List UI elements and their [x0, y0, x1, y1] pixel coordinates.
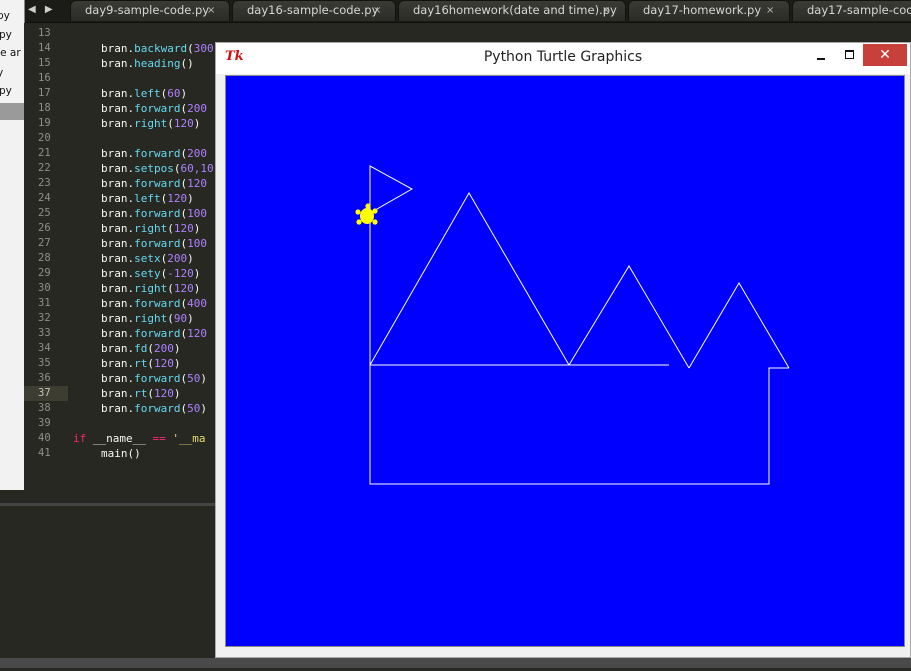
tab-label: day16homework(date and time).py — [413, 3, 617, 17]
sidebar-item[interactable]: te ar — [0, 46, 21, 60]
tab-day16homework[interactable]: day16homework(date and time).py × — [398, 0, 626, 21]
line-number: 24 — [38, 192, 51, 204]
code-line[interactable]: bran.forward(50) — [101, 401, 207, 416]
line-number: 23 — [38, 177, 51, 189]
code-line[interactable]: bran.forward(200 — [101, 146, 207, 161]
line-number: 37 — [24, 386, 68, 401]
line-number: 35 — [38, 357, 51, 369]
line-number: 13 — [38, 27, 51, 39]
tab-label: day17-sample-code.py — [807, 3, 911, 17]
tab-close-icon[interactable]: × — [207, 1, 215, 20]
tab-day16-sample-code[interactable]: day16-sample-code.py × — [232, 0, 396, 21]
tab-label: day9-sample-code.py — [85, 3, 210, 17]
code-line[interactable]: bran.heading() — [101, 56, 194, 71]
close-button[interactable]: ✕ — [863, 44, 907, 66]
line-number: 29 — [38, 267, 51, 279]
tab-label: day17-homework.py — [643, 3, 762, 17]
mountain-peak-3 — [688, 282, 790, 369]
line-number: 38 — [38, 402, 51, 414]
code-line[interactable]: bran.forward(200 — [101, 101, 207, 116]
code-line[interactable]: bran.left(60) — [101, 86, 187, 101]
minimize-button[interactable] — [810, 48, 834, 66]
line-number: 20 — [38, 132, 51, 144]
sidebar-selection — [0, 103, 24, 120]
code-line[interactable]: bran.forward(120 — [101, 176, 207, 191]
tab-day17-homework[interactable]: day17-homework.py × — [628, 0, 790, 21]
line-number: 31 — [38, 297, 51, 309]
line-number: 18 — [38, 102, 51, 114]
code-line[interactable]: bran.left(120) — [101, 191, 194, 206]
code-line[interactable]: bran.right(120) — [101, 221, 200, 236]
tab-bar: ◀ ▶ day9-sample-code.py × day16-sample-c… — [0, 0, 911, 23]
code-line[interactable]: bran.right(90) — [101, 311, 194, 326]
line-number: 27 — [38, 237, 51, 249]
line-number: 28 — [38, 252, 51, 264]
line-number: 22 — [38, 162, 51, 174]
minimize-icon — [817, 58, 825, 60]
maximize-button[interactable] — [838, 48, 862, 66]
tab-close-icon[interactable]: × — [373, 1, 381, 20]
tab-navigation-arrows[interactable]: ◀ ▶ — [28, 0, 70, 22]
line-number: 15 — [38, 57, 51, 69]
line-number: 25 — [38, 207, 51, 219]
code-line[interactable]: bran.fd(200) — [101, 341, 181, 356]
code-editor[interactable]: 13 14 bran.backward(300 15 bran.heading() 16 1… — [24, 23, 216, 503]
maximize-icon — [845, 50, 854, 59]
mountain-peak-1 — [369, 192, 570, 366]
line-number: 36 — [38, 372, 51, 384]
turtle-canvas-frame — [225, 75, 905, 647]
code-line[interactable]: bran.setx(200) — [101, 251, 194, 266]
line-number: 16 — [38, 72, 51, 84]
sidebar-item[interactable]: py — [0, 84, 12, 98]
sidebar-file-panel: py py te ar y py — [0, 0, 25, 490]
line-number: 39 — [38, 417, 51, 429]
tab-day17-sample-code[interactable]: day17-sample-code.py — [792, 0, 911, 21]
code-line[interactable]: bran.rt(120) — [101, 386, 181, 401]
line-number: 34 — [38, 342, 51, 354]
code-line[interactable]: bran.forward(50) — [101, 371, 207, 386]
code-line[interactable]: bran.sety(-120) — [101, 266, 200, 281]
line-number: 17 — [38, 87, 51, 99]
code-line[interactable]: bran.rt(120) — [101, 356, 181, 371]
turtle-icon — [355, 203, 378, 225]
sidebar-item[interactable]: y — [0, 66, 3, 80]
window-titlebar[interactable]: Tk Python Turtle Graphics ✕ — [216, 43, 910, 74]
sidebar-item[interactable]: py — [0, 9, 10, 23]
code-line[interactable]: bran.forward(120 — [101, 326, 207, 341]
line-number: 40 — [38, 432, 51, 444]
sidebar-item[interactable]: py — [0, 28, 12, 42]
tab-close-icon[interactable]: × — [766, 1, 774, 20]
house-outline — [369, 365, 789, 485]
mountain-peak-2 — [568, 265, 690, 369]
line-number: 14 — [38, 42, 51, 54]
tab-close-icon[interactable]: × — [602, 1, 610, 20]
code-line[interactable]: bran.forward(100 — [101, 206, 207, 221]
line-number: 19 — [38, 117, 51, 129]
line-number: 32 — [38, 312, 51, 324]
line-number: 30 — [38, 282, 51, 294]
window-title: Python Turtle Graphics — [483, 49, 643, 65]
turtle-canvas[interactable] — [227, 77, 903, 645]
tab-day9-sample-code[interactable]: day9-sample-code.py × — [70, 0, 230, 21]
line-number: 33 — [38, 327, 51, 339]
code-line[interactable]: if __name__ == '__ma — [73, 431, 205, 446]
code-line[interactable]: bran.right(120) — [101, 281, 200, 296]
code-line[interactable]: bran.setpos(60,10 — [101, 161, 214, 176]
code-line[interactable]: bran.forward(100 — [101, 236, 207, 251]
line-number: 21 — [38, 147, 51, 159]
line-number: 41 — [38, 447, 51, 459]
line-number: 26 — [38, 222, 51, 234]
code-line[interactable]: bran.forward(400 — [101, 296, 207, 311]
console-panel[interactable] — [0, 503, 216, 671]
code-line[interactable]: bran.backward(300 — [101, 41, 214, 56]
code-line[interactable]: main() — [101, 446, 141, 461]
tab-label: day16-sample-code.py — [247, 3, 379, 17]
turtle-graphics-window: Tk Python Turtle Graphics ✕ — [215, 42, 911, 658]
flag-shape — [369, 165, 414, 214]
code-line[interactable]: bran.right(120) — [101, 116, 200, 131]
status-bar — [0, 658, 911, 668]
